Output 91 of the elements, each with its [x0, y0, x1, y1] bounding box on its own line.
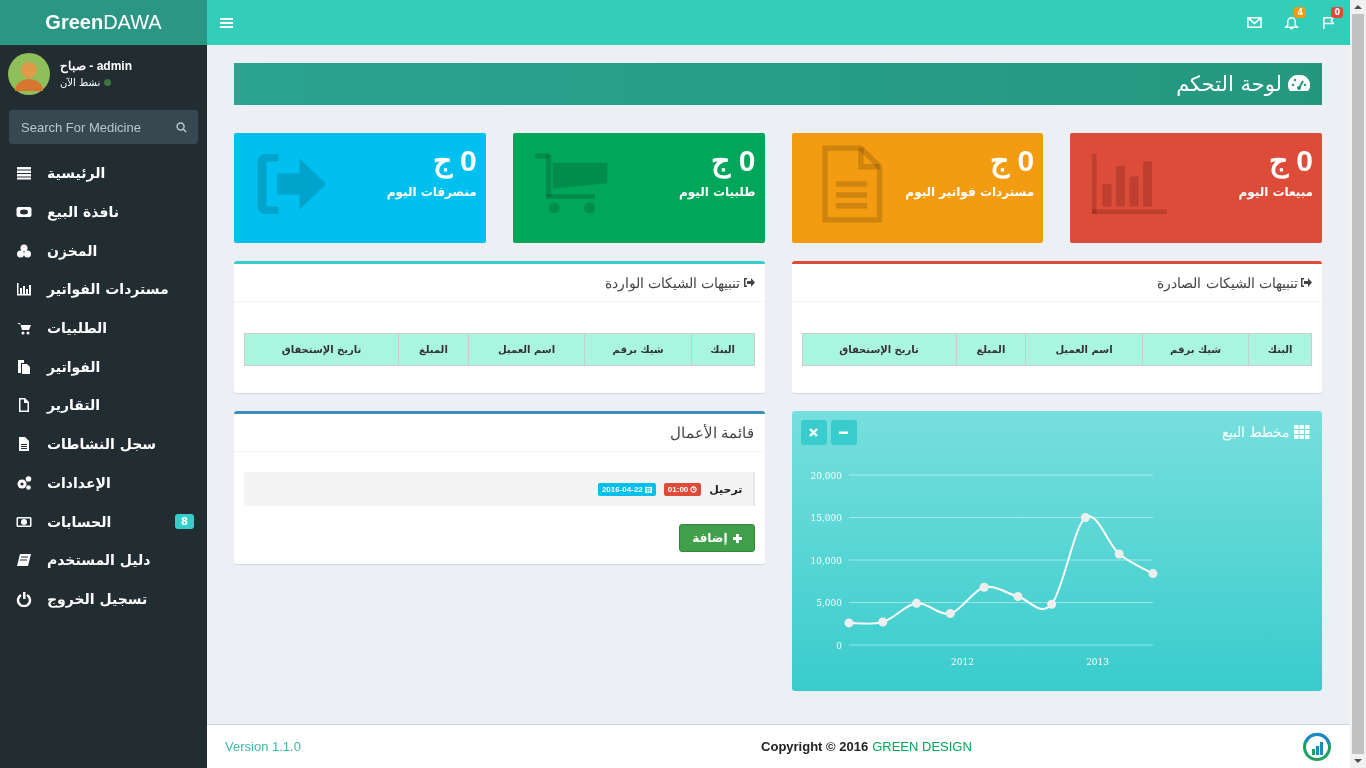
column-header: المبلغ	[398, 333, 469, 366]
data-point	[1114, 549, 1124, 559]
column-header: شيك برقم	[1142, 333, 1249, 366]
user-name: صباح - admin	[60, 59, 132, 73]
data-point	[1148, 569, 1158, 579]
stat-value: 0 ج	[432, 143, 477, 179]
sidebar-item[interactable]: الطلبيات	[0, 308, 207, 348]
panel-title: تنبيهات الشيكات الواردة	[604, 274, 741, 291]
data-point	[878, 617, 888, 627]
column-header: اسم العميل	[1025, 333, 1143, 366]
date-label: 2016-04-22	[597, 482, 656, 496]
column-header: المبلغ	[956, 333, 1026, 366]
time-label: 01:00	[663, 482, 702, 496]
sidebar-item[interactable]: سجل النشاطات	[0, 424, 207, 464]
sidebar-item[interactable]: تسجيل الخروج	[0, 579, 207, 619]
stat-value: 0 ج	[1268, 143, 1313, 179]
panel-title: تنبيهات الشيكات الصادرة	[1157, 274, 1298, 291]
column-header: اسم العميل	[468, 333, 585, 366]
data-point	[912, 598, 922, 608]
sidebar-item[interactable]: المخزن	[0, 231, 207, 271]
axis-label: 2012	[951, 657, 974, 667]
search-icon[interactable]	[176, 122, 187, 133]
notification-badge: 0	[1331, 7, 1343, 18]
user-status: نشط الآن	[60, 77, 101, 88]
files-icon	[16, 358, 32, 375]
stat-label: منصرفات اليوم	[386, 185, 477, 199]
version-text: Version 1.1.0	[225, 739, 301, 754]
clock-icon	[690, 485, 698, 493]
scrollbar[interactable]	[1350, 0, 1366, 768]
sign-in-icon	[742, 277, 755, 288]
book-icon	[16, 552, 32, 569]
plus-icon	[732, 533, 742, 543]
column-header: تاريخ الإستحقاق	[802, 333, 957, 366]
column-header: تاريخ الإستحقاق	[244, 333, 399, 366]
close-icon	[809, 427, 818, 437]
search-field[interactable]: Search For Medicine	[9, 110, 198, 144]
list-icon	[16, 165, 32, 182]
dashboard-icon	[1288, 74, 1310, 94]
sidebar-item[interactable]: التقارير	[0, 386, 207, 425]
document-icon	[16, 436, 32, 453]
axis-label: 20,000	[810, 470, 842, 481]
stat-value: 0 ج	[990, 143, 1035, 179]
stat-label: طلبيات اليوم	[678, 185, 756, 199]
data-point	[1013, 592, 1023, 602]
axis-label: 0	[836, 640, 842, 651]
panel-title: قائمة الأعمال	[669, 423, 755, 442]
data-point	[945, 609, 955, 619]
calendar-icon	[644, 485, 652, 493]
todo-text: ترحيل	[709, 482, 743, 496]
stat-label: مبيعات اليوم	[1238, 185, 1313, 199]
app-logo[interactable]: GreenDAWA	[0, 0, 207, 45]
copyright-text: Copyright © 2016	[761, 739, 869, 754]
cart-icon	[16, 320, 32, 337]
close-button[interactable]	[800, 419, 827, 445]
data-point	[1047, 599, 1057, 609]
bell-icon[interactable]	[1284, 15, 1299, 30]
stat-value: 0 ج	[711, 143, 756, 179]
axis-label: 2013	[1086, 657, 1110, 667]
axis-label: 5,000	[816, 598, 842, 608]
notification-badge: 4	[1294, 7, 1306, 18]
file-icon	[16, 397, 32, 414]
chart-logo-icon	[1302, 731, 1332, 762]
power-icon	[16, 590, 32, 607]
mail-icon[interactable]	[1247, 15, 1262, 30]
sidebar-item[interactable]: الرئيسية	[0, 154, 207, 193]
sidebar-item[interactable]: الإعدادات	[0, 463, 207, 503]
column-header: البنك	[1248, 333, 1312, 366]
gears-icon	[16, 474, 32, 491]
bar-chart-icon	[16, 281, 32, 298]
column-header: شيك برقم	[584, 333, 692, 366]
column-header: البنك	[691, 333, 754, 366]
flag-icon[interactable]	[1321, 15, 1336, 30]
sidebar-item[interactable]: مستردات الفواتير	[0, 270, 207, 309]
data-point	[844, 618, 854, 628]
grid-icon	[1294, 425, 1310, 439]
sign-in-icon	[1300, 277, 1312, 288]
data-point	[1080, 513, 1090, 522]
sidebar-item[interactable]: دليل المستخدم	[0, 540, 207, 580]
sidebar-item[interactable]: الفواتير	[0, 347, 207, 387]
sidebar-item[interactable]: نافذة البيع	[0, 192, 207, 232]
data-point	[979, 582, 989, 592]
collapse-button[interactable]	[830, 419, 857, 445]
cubes-icon	[16, 242, 32, 259]
menu-icon[interactable]	[220, 16, 233, 29]
avatar	[8, 52, 50, 95]
axis-label: 10,000	[810, 555, 842, 566]
stat-label: مستردات فواتير اليوم	[905, 185, 1035, 199]
page-title: لوحة التحكم	[1176, 72, 1282, 96]
axis-label: 15,000	[810, 513, 842, 523]
count-badge: 8	[175, 514, 194, 530]
panel-title: مخطط البيع	[1221, 424, 1290, 440]
